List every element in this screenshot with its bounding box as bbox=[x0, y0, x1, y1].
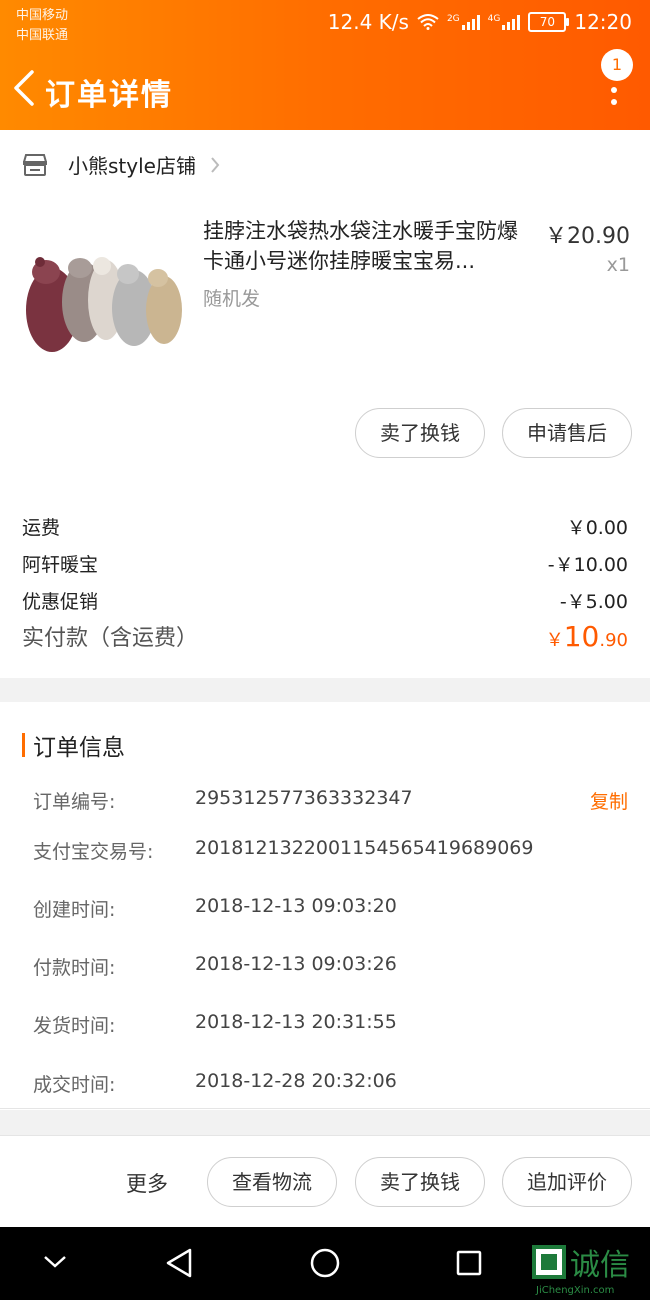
order-info-section: 订单信息 订单编号: 295312577363332347 复制 支付宝交易号:… bbox=[0, 702, 650, 1110]
net-label-1: 2G bbox=[446, 14, 460, 24]
clock: 12:20 bbox=[574, 10, 632, 34]
recents-square-icon[interactable] bbox=[455, 1249, 483, 1277]
info-label: 创建时间: bbox=[33, 899, 116, 921]
system-nav-bar: 诚信 JiChengXin.com bbox=[0, 1227, 650, 1300]
info-label: 发货时间: bbox=[33, 1015, 116, 1037]
battery-icon: 70 bbox=[528, 12, 570, 32]
alipay-trade-number: 2018121322001154565419689069 bbox=[195, 837, 534, 859]
fee-value: -￥10.00 bbox=[547, 554, 628, 576]
created-time: 2018-12-13 09:03:20 bbox=[195, 895, 397, 917]
svg-text:JiChengXin.com: JiChengXin.com bbox=[535, 1285, 614, 1296]
shop-row[interactable]: 小熊style店铺 bbox=[22, 150, 220, 179]
chevron-down-icon[interactable] bbox=[42, 1254, 68, 1270]
signal-4g-icon: 4G bbox=[488, 14, 521, 30]
product-price: ￥20.90 bbox=[545, 224, 630, 249]
sell-button[interactable]: 卖了换钱 bbox=[355, 408, 485, 458]
total-currency: ￥ bbox=[545, 630, 564, 651]
fee-row: 运费 ￥0.00 bbox=[22, 513, 628, 540]
info-label: 付款时间: bbox=[33, 957, 116, 979]
chevron-right-icon bbox=[211, 156, 220, 173]
navbar: 订单详情 bbox=[0, 60, 650, 120]
app-header: 中国移动 中国联通 12.4 K/s 2G 4G 70 12:20 订单详情 1 bbox=[0, 0, 650, 130]
net-label-2: 4G bbox=[487, 14, 501, 24]
fee-row: 优惠促销 -￥5.00 bbox=[22, 587, 628, 614]
page-title: 订单详情 bbox=[45, 78, 173, 113]
fee-label: 阿轩暖宝 bbox=[22, 554, 99, 576]
info-label: 成交时间: bbox=[33, 1074, 116, 1096]
paid-time: 2018-12-13 09:03:26 bbox=[195, 953, 397, 975]
divider bbox=[0, 1108, 650, 1109]
carrier-1: 中国移动 bbox=[16, 8, 69, 23]
copy-button[interactable]: 复制 bbox=[590, 787, 628, 814]
shop-section: 小熊style店铺 挂脖注水袋热水袋注水暖手宝防爆卡通小号迷你挂脖暖宝宝易...… bbox=[0, 130, 650, 678]
order-number: 295312577363332347 bbox=[195, 787, 413, 809]
notification-badge: 1 bbox=[601, 49, 633, 81]
info-label: 支付宝交易号: bbox=[33, 841, 154, 863]
signal-2g-icon: 2G bbox=[447, 14, 480, 30]
fee-value: ￥0.00 bbox=[566, 517, 628, 539]
home-circle-icon[interactable] bbox=[309, 1247, 341, 1279]
more-button[interactable]: 更多 bbox=[126, 1168, 168, 1198]
chevron-left-icon[interactable] bbox=[10, 68, 38, 108]
product-sku: 随机发 bbox=[203, 288, 261, 310]
accent-bar bbox=[22, 733, 25, 757]
fee-label: 运费 bbox=[22, 517, 61, 539]
sell-button-bottom[interactable]: 卖了换钱 bbox=[355, 1157, 485, 1207]
total-integer: 10 bbox=[563, 620, 600, 653]
after-sale-button[interactable]: 申请售后 bbox=[502, 408, 632, 458]
total-decimal: .90 bbox=[599, 630, 628, 651]
bottom-action-bar: 更多 查看物流 卖了换钱 追加评价 bbox=[0, 1135, 650, 1228]
watermark-logo: 诚信 JiChengXin.com bbox=[532, 1245, 630, 1296]
product-quantity: x1 bbox=[606, 254, 630, 276]
fee-row: 阿轩暖宝 -￥10.00 bbox=[22, 550, 628, 577]
status-bar: 中国移动 中国联通 12.4 K/s 2G 4G 70 12:20 bbox=[0, 0, 650, 44]
total-amount: ￥10.90 bbox=[546, 620, 628, 653]
shop-name: 小熊style店铺 bbox=[68, 154, 196, 178]
wifi-icon bbox=[417, 14, 439, 30]
back-triangle-icon[interactable] bbox=[164, 1247, 194, 1279]
carrier-2: 中国联通 bbox=[16, 28, 69, 43]
add-review-button[interactable]: 追加评价 bbox=[502, 1157, 632, 1207]
fee-value: -￥5.00 bbox=[559, 591, 628, 613]
svg-text:诚信: 诚信 bbox=[570, 1248, 630, 1283]
fee-label: 优惠促销 bbox=[22, 591, 99, 613]
completed-time: 2018-12-28 20:32:06 bbox=[195, 1070, 397, 1092]
product-title[interactable]: 挂脖注水袋热水袋注水暖手宝防爆卡通小号迷你挂脖暖宝宝易... bbox=[203, 216, 533, 276]
shipped-time: 2018-12-13 20:31:55 bbox=[195, 1011, 397, 1033]
store-icon bbox=[23, 153, 47, 176]
info-label: 订单编号: bbox=[33, 791, 116, 813]
order-info-title: 订单信息 bbox=[33, 735, 125, 761]
network-speed: 12.4 K/s bbox=[327, 10, 409, 34]
total-label: 实付款（含运费） bbox=[22, 626, 199, 651]
order-info-header: 订单信息 bbox=[22, 728, 125, 762]
product-image[interactable] bbox=[18, 240, 186, 360]
view-logistics-button[interactable]: 查看物流 bbox=[207, 1157, 337, 1207]
status-right: 12.4 K/s 2G 4G 70 12:20 bbox=[328, 10, 632, 34]
